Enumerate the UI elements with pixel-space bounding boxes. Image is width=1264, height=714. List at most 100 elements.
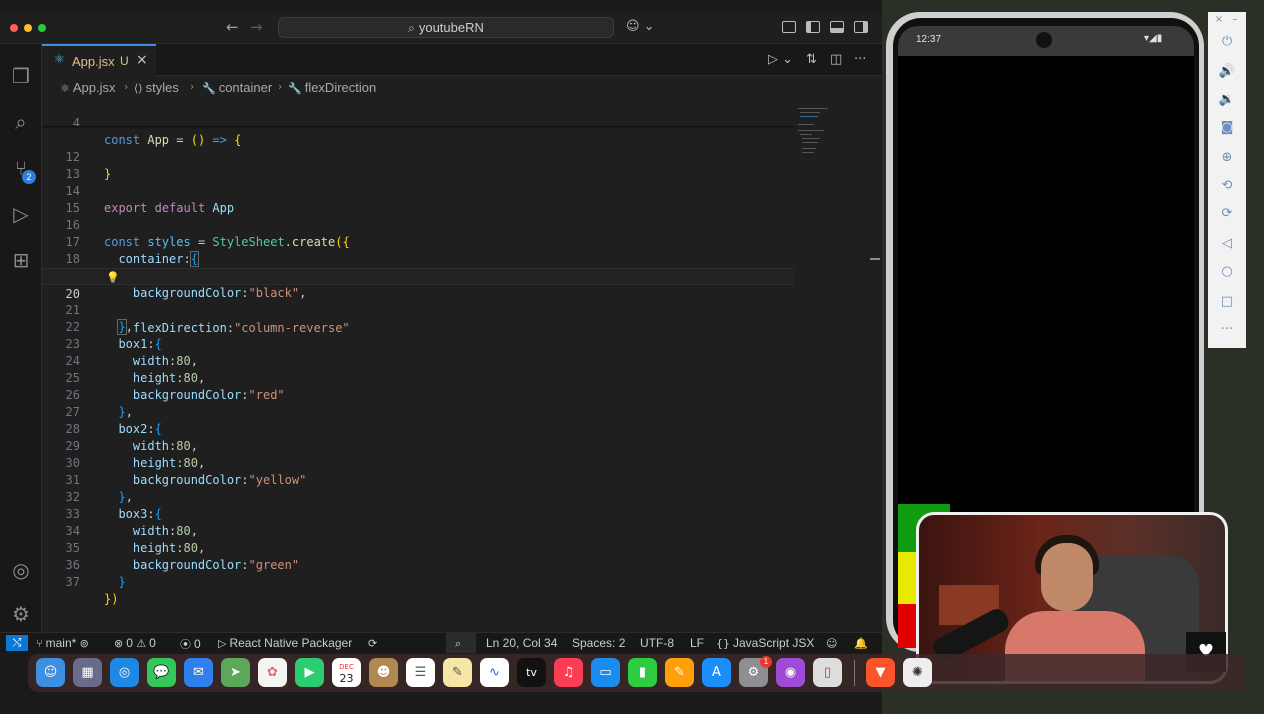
code-line[interactable]: 35 backgroundColor:"green"	[42, 523, 794, 572]
reminders-icon[interactable]: ☰	[406, 658, 435, 687]
calendar-icon[interactable]: DEC 23	[332, 658, 361, 687]
breadcrumb-flexdirection[interactable]: 🔧 flexDirection	[288, 80, 376, 95]
music-icon[interactable]: ♫	[554, 658, 583, 687]
ports-indicator[interactable]: ⦿ 0	[180, 636, 201, 652]
safari-icon[interactable]: ◎	[110, 658, 139, 687]
code-line[interactable]: 34 height:80,	[42, 506, 794, 555]
git-branch[interactable]: ⑂ main* ⊚	[36, 636, 92, 650]
close-tab-icon[interactable]: ×	[136, 52, 148, 68]
more-icon[interactable]: ···	[1208, 322, 1246, 337]
back-icon[interactable]: ◁	[1208, 236, 1246, 251]
code-line[interactable]: 19 backgroundColor:"black",	[42, 251, 794, 300]
code-line[interactable]: 17 container:{	[42, 217, 794, 267]
code-line-current[interactable]: 20 💡 flexDirection:"column-reverse"	[42, 268, 794, 335]
code-editor[interactable]: 4 const App = () => { 12 } 13 14 export …	[42, 98, 882, 632]
pages-icon[interactable]: ✎	[665, 658, 694, 687]
code-line[interactable]: 30 backgroundColor:"yellow"	[42, 438, 794, 487]
minimap[interactable]	[798, 108, 834, 158]
settings-gear-icon[interactable]: ⚙	[9, 602, 33, 626]
tab-app-jsx[interactable]: ⚛ App.jsx U ×	[42, 44, 156, 76]
split-editor-icon[interactable]: ◫	[830, 52, 842, 67]
breadcrumb-file[interactable]: ⚛ App.jsx	[60, 80, 116, 95]
account-icon[interactable]: ◎	[9, 558, 33, 582]
finder-icon[interactable]: ☺	[36, 658, 65, 687]
chatgpt-icon[interactable]: ✺	[903, 658, 932, 687]
search-icon[interactable]: ⌕	[9, 110, 33, 134]
toggle-panel-icon[interactable]	[830, 21, 844, 33]
podcasts-icon[interactable]: ◉	[776, 658, 805, 687]
rotate-left-icon[interactable]: ⟲	[1208, 178, 1246, 193]
window-zoom-button[interactable]	[38, 24, 46, 32]
explorer-icon[interactable]: ❐	[9, 64, 33, 88]
code-line[interactable]: 28 width:80,	[42, 404, 794, 453]
language-mode[interactable]: {} JavaScript JSX	[716, 636, 814, 650]
code-line[interactable]: 14 export default App	[42, 166, 794, 215]
cursor-position[interactable]: Ln 20, Col 34	[486, 636, 557, 650]
photos-icon[interactable]: ✿	[258, 658, 287, 687]
run-icon[interactable]: ▷ ⌄	[768, 52, 793, 67]
copilot-icon[interactable]: ☺ ⌄	[626, 19, 655, 34]
notifications-bell-icon[interactable]: 🔔	[854, 636, 871, 650]
breadcrumb-container[interactable]: 🔧 container	[202, 80, 272, 95]
lightbulb-icon[interactable]: 💡	[106, 269, 120, 286]
code-line[interactable]: 29 height:80,	[42, 421, 794, 470]
overview-icon[interactable]: □	[1208, 294, 1246, 309]
window-minimize-button[interactable]	[24, 24, 32, 32]
remote-indicator-icon[interactable]: ⤭	[6, 635, 28, 651]
code-line[interactable]: 31 },	[42, 455, 794, 504]
open-changes-icon[interactable]: ⇅	[806, 52, 817, 67]
minimize-icon[interactable]: –	[1216, 14, 1254, 25]
breadcrumb-styles[interactable]: ⟨⟩ styles	[134, 80, 179, 95]
code-line[interactable]: 36 }	[42, 540, 794, 589]
apple-tv-icon[interactable]: tv	[517, 658, 546, 687]
code-line[interactable]: 25 backgroundColor:"red"	[42, 353, 794, 402]
zoom-icon[interactable]: ⊕	[1208, 150, 1246, 165]
power-icon[interactable]: ⏻	[1208, 34, 1246, 49]
react-native-packager[interactable]: ▷ React Native Packager	[218, 636, 352, 650]
freeform-icon[interactable]: ∿	[480, 658, 509, 687]
code-line[interactable]: 37 })	[42, 557, 794, 606]
refresh-icon[interactable]: ⟳	[368, 636, 380, 650]
command-center-search[interactable]: ⌕ youtubeRN	[278, 17, 614, 38]
code-line[interactable]: 15	[42, 183, 794, 215]
problems-indicator[interactable]: ⊗ 0 ⚠ 0	[114, 636, 156, 650]
home-icon[interactable]: ○	[1208, 264, 1246, 279]
forward-arrow-icon[interactable]: →	[250, 18, 263, 36]
code-line[interactable]: 23 width:80,	[42, 319, 794, 368]
code-line[interactable]: 26 },	[42, 370, 794, 419]
iphone-mirroring-icon[interactable]: ▯	[813, 658, 842, 687]
brave-browser-icon[interactable]: ▼	[866, 658, 895, 687]
window-close-button[interactable]	[10, 24, 18, 32]
end-of-line[interactable]: LF	[690, 636, 704, 650]
code-line[interactable]: 27 box2:{	[42, 387, 794, 436]
mail-icon[interactable]: ✉	[184, 658, 213, 687]
code-line[interactable]: 24 height:80,	[42, 336, 794, 385]
code-line[interactable]: 33 width:80,	[42, 489, 794, 538]
maps-icon[interactable]: ➤	[221, 658, 250, 687]
rotate-right-icon[interactable]: ⟳	[1208, 206, 1246, 221]
toggle-secondary-sidebar-icon[interactable]	[854, 21, 868, 33]
camera-icon[interactable]: ◙	[1208, 120, 1246, 135]
code-line[interactable]: 12 }	[42, 132, 794, 181]
run-debug-icon[interactable]: ▷	[9, 202, 33, 226]
code-line[interactable]: 16 const styles = StyleSheet.create({	[42, 200, 794, 249]
code-line[interactable]: 21 },	[42, 285, 794, 335]
code-line[interactable]: 32 box3:{	[42, 472, 794, 521]
encoding[interactable]: UTF-8	[640, 636, 674, 650]
toggle-sidebar-icon[interactable]	[806, 21, 820, 33]
numbers-icon[interactable]: ▮	[628, 658, 657, 687]
keynote-icon[interactable]: ▭	[591, 658, 620, 687]
indentation[interactable]: Spaces: 2	[572, 636, 625, 650]
contacts-icon[interactable]: ☻	[369, 658, 398, 687]
notes-icon[interactable]: ✎	[443, 658, 472, 687]
messages-icon[interactable]: 💬	[147, 658, 176, 687]
volume-down-icon[interactable]: 🔉	[1208, 92, 1246, 107]
launchpad-icon[interactable]: ▦	[73, 658, 102, 687]
more-actions-icon[interactable]: ···	[854, 52, 866, 67]
code-line[interactable]: 13	[42, 149, 794, 181]
customize-layout-icon[interactable]	[782, 21, 796, 33]
app-store-icon[interactable]: A	[702, 658, 731, 687]
code-line[interactable]: 4 const App = () => {	[42, 98, 794, 147]
volume-up-icon[interactable]: 🔊	[1208, 64, 1246, 79]
facetime-icon[interactable]: ▶	[295, 658, 324, 687]
